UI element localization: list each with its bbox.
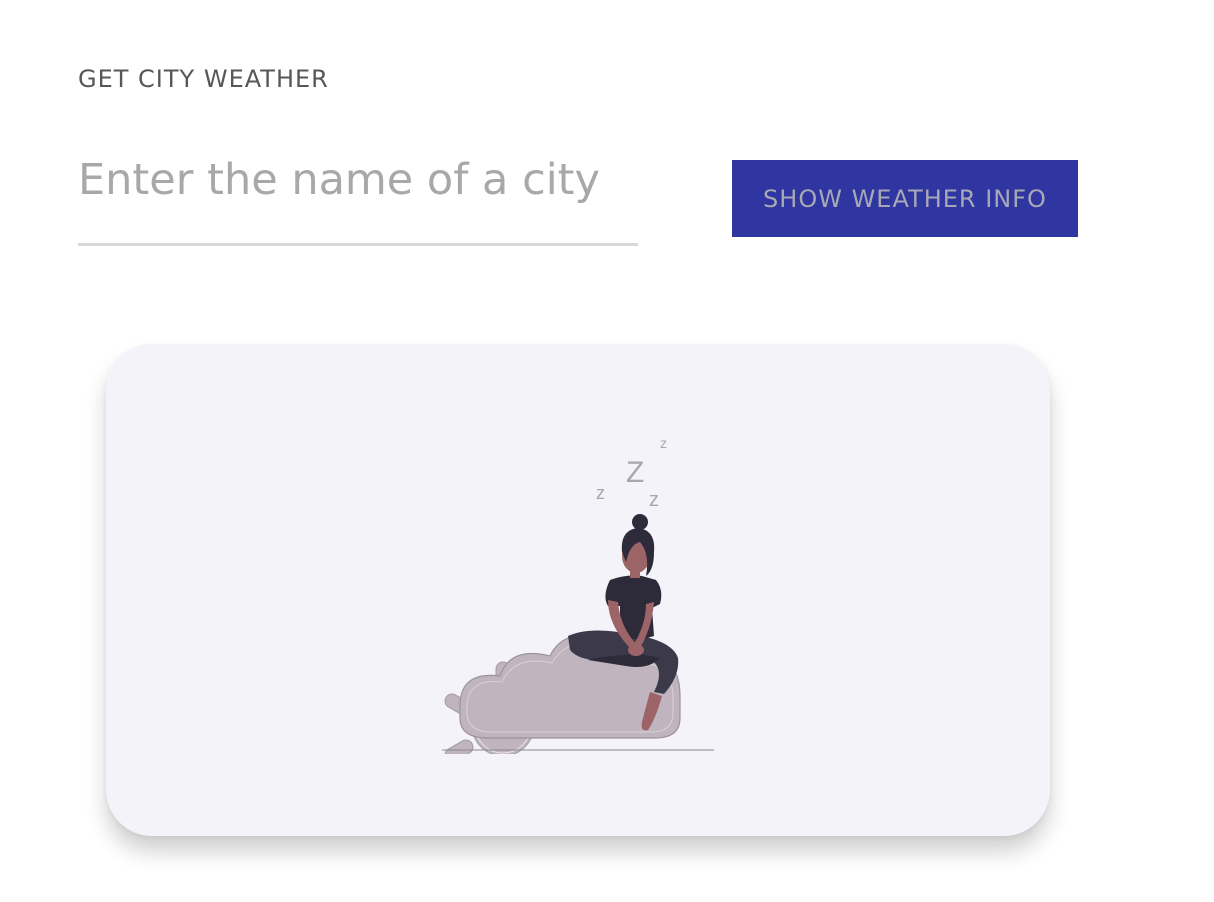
- zzz-letter: Z: [626, 456, 644, 489]
- city-search-input[interactable]: [78, 142, 638, 246]
- show-weather-button[interactable]: SHOW WEATHER INFO: [732, 160, 1078, 237]
- sleep-zzz-icon: z Z z z: [596, 435, 667, 511]
- zzz-letter: z: [649, 489, 659, 511]
- zzz-letter: z: [660, 435, 667, 451]
- zzz-letter: z: [596, 483, 605, 503]
- sleeping-on-cloud-illustration: z Z z z: [440, 430, 720, 754]
- page-title: GET CITY WEATHER: [78, 65, 329, 93]
- weather-result-card: z Z z z: [106, 344, 1050, 836]
